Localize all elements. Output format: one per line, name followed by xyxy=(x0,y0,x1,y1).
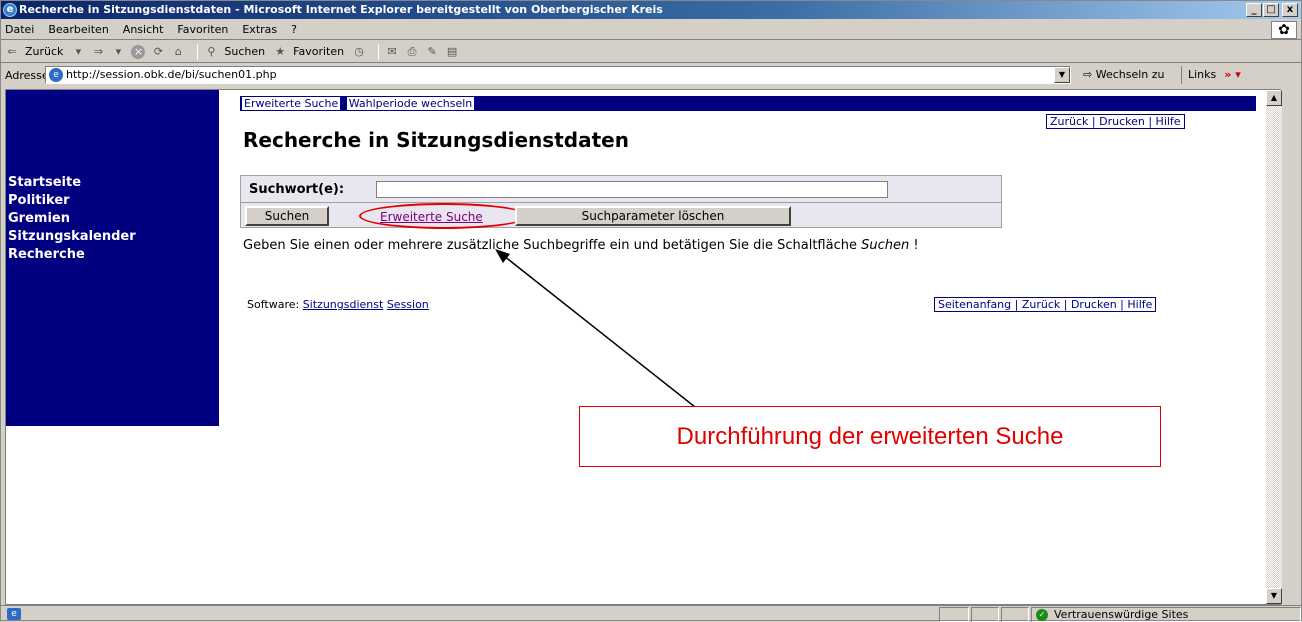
address-bar: Adresse e http://session.obk.de/bi/suche… xyxy=(1,64,1301,86)
vertical-scrollbar[interactable]: ▲ ▼ xyxy=(1266,90,1282,604)
back-arrow-icon[interactable]: ⇐ xyxy=(5,45,19,59)
toolbar-separator xyxy=(197,43,199,60)
minimize-button[interactable]: _ xyxy=(1246,3,1262,17)
dropdown-icon[interactable]: ▾ xyxy=(111,45,125,59)
sidebar-item-recherche[interactable]: Recherche xyxy=(8,246,136,264)
bottom-right-links[interactable]: Seitenanfang | Zurück | Drucken | Hilfe xyxy=(934,297,1157,312)
edit-icon[interactable]: ✎ xyxy=(425,45,439,59)
sidebar-item-startseite[interactable]: Startseite xyxy=(8,174,136,192)
sitzungsdienst-link[interactable]: Sitzungsdienst xyxy=(303,298,384,311)
status-cell xyxy=(971,607,999,622)
stop-icon[interactable]: × xyxy=(131,44,146,59)
page-status-icon: e xyxy=(7,608,21,620)
hint-suffix: ! xyxy=(913,238,919,253)
menu-favoriten[interactable]: Favoriten xyxy=(177,23,228,36)
search-form: Suchwort(e): Suchen Erweiterte Suche Suc… xyxy=(240,175,1002,229)
sidebar-item-gremien[interactable]: Gremien xyxy=(8,210,136,228)
window-controls: _ □ x xyxy=(1246,3,1298,17)
session-link[interactable]: Session xyxy=(387,298,429,311)
annotation-callout: Durchführung der erweiterten Suche xyxy=(579,406,1161,467)
hint-emphasis: Suchen xyxy=(861,238,910,253)
hint-prefix: Geben Sie einen oder mehrere zusätzliche… xyxy=(243,238,862,253)
zone-label: Vertrauenswürdige Sites xyxy=(1054,608,1189,621)
highlight-ellipse xyxy=(359,203,529,229)
ie-logo-icon: e xyxy=(3,3,17,17)
menu-bar: Datei Bearbeiten Ansicht Favoriten Extra… xyxy=(1,20,1301,40)
browser-window: e Recherche in Sitzungsdienstdaten - Mic… xyxy=(0,0,1302,622)
back-button[interactable]: Zurück xyxy=(25,45,63,58)
window-title: Recherche in Sitzungsdienstdaten - Micro… xyxy=(19,3,663,16)
go-button[interactable]: ⇨ Wechseln zu xyxy=(1083,68,1165,81)
top-right-links[interactable]: Zurück | Drucken | Hilfe xyxy=(1046,114,1185,129)
search-button[interactable]: Suchen xyxy=(245,206,329,226)
home-icon[interactable]: ⌂ xyxy=(171,45,185,59)
address-dropdown-button[interactable]: ▼ xyxy=(1054,67,1070,83)
security-zone: ✓ Vertrauenswürdige Sites xyxy=(1031,607,1301,622)
title-bar: e Recherche in Sitzungsdienstdaten - Mic… xyxy=(1,1,1301,19)
mail-icon[interactable]: ✉ xyxy=(385,45,399,59)
toolbar: ⇐ Zurück ▾ ⇒ ▾ × ⟳ ⌂ ⚲ Suchen ★ Favorite… xyxy=(1,41,1301,63)
forward-arrow-icon[interactable]: ⇒ xyxy=(91,45,105,59)
search-icon[interactable]: ⚲ xyxy=(204,45,218,59)
check-icon: ✓ xyxy=(1036,609,1048,621)
menu-datei[interactable]: Datei xyxy=(5,23,34,36)
go-arrow-icon: ⇨ xyxy=(1083,68,1096,81)
search-label: Suchwort(e): xyxy=(249,182,345,197)
sidebar: Startseite Politiker Gremien Sitzungskal… xyxy=(6,90,219,426)
close-button[interactable]: x xyxy=(1282,3,1298,17)
menu-help[interactable]: ? xyxy=(291,23,297,36)
form-divider xyxy=(241,202,1001,203)
address-input[interactable]: e http://session.obk.de/bi/suchen01.php … xyxy=(45,66,1071,84)
page-title: Recherche in Sitzungsdienstdaten xyxy=(243,128,629,152)
scroll-down-button[interactable]: ▼ xyxy=(1266,588,1282,604)
refresh-icon[interactable]: ⟳ xyxy=(151,45,165,59)
print-icon[interactable]: ⎙ xyxy=(405,45,419,59)
sidebar-item-sitzungskalender[interactable]: Sitzungskalender xyxy=(8,228,136,246)
go-label: Wechseln zu xyxy=(1095,68,1165,81)
dropdown-icon[interactable]: ▾ xyxy=(71,45,85,59)
favorites-button[interactable]: Favoriten xyxy=(293,45,344,58)
top-nav-bar: Erweiterte Suche Wahlperiode wechseln xyxy=(240,96,1256,111)
address-label: Adresse xyxy=(5,68,49,82)
status-cell xyxy=(1001,607,1029,622)
status-bar: e ✓ Vertrauenswürdige Sites xyxy=(1,605,1301,622)
toolbar-separator xyxy=(378,43,380,60)
page-viewport: Startseite Politiker Gremien Sitzungskal… xyxy=(5,89,1282,605)
links-label: Links xyxy=(1188,68,1217,81)
status-cell xyxy=(939,607,969,622)
maximize-button[interactable]: □ xyxy=(1263,3,1279,17)
topnav-advanced-search[interactable]: Erweiterte Suche xyxy=(241,96,342,111)
address-url: http://session.obk.de/bi/suchen01.php xyxy=(66,68,277,81)
sidebar-nav: Startseite Politiker Gremien Sitzungskal… xyxy=(8,174,136,264)
menu-extras[interactable]: Extras xyxy=(242,23,277,36)
links-button[interactable]: Links » ▾ xyxy=(1181,66,1241,84)
favorites-icon[interactable]: ★ xyxy=(273,45,287,59)
topnav-change-period[interactable]: Wahlperiode wechseln xyxy=(345,96,476,111)
scroll-up-button[interactable]: ▲ xyxy=(1266,90,1282,106)
software-label: Software: xyxy=(247,298,300,311)
clear-parameters-button[interactable]: Suchparameter löschen xyxy=(515,206,791,226)
instruction-text: Geben Sie einen oder mehrere zusätzliche… xyxy=(243,238,919,253)
search-input[interactable] xyxy=(376,181,888,198)
links-chevron-icon[interactable]: » ▾ xyxy=(1224,66,1240,84)
discuss-icon[interactable]: ▤ xyxy=(445,45,459,59)
history-icon[interactable]: ◷ xyxy=(352,45,366,59)
page-icon: e xyxy=(49,68,63,82)
software-line: Software: Sitzungsdienst Session xyxy=(247,298,429,311)
windows-logo-icon: ✿ xyxy=(1271,21,1297,39)
search-button[interactable]: Suchen xyxy=(224,45,265,58)
menu-bearbeiten[interactable]: Bearbeiten xyxy=(48,23,108,36)
menu-ansicht[interactable]: Ansicht xyxy=(123,23,164,36)
sidebar-item-politiker[interactable]: Politiker xyxy=(8,192,136,210)
